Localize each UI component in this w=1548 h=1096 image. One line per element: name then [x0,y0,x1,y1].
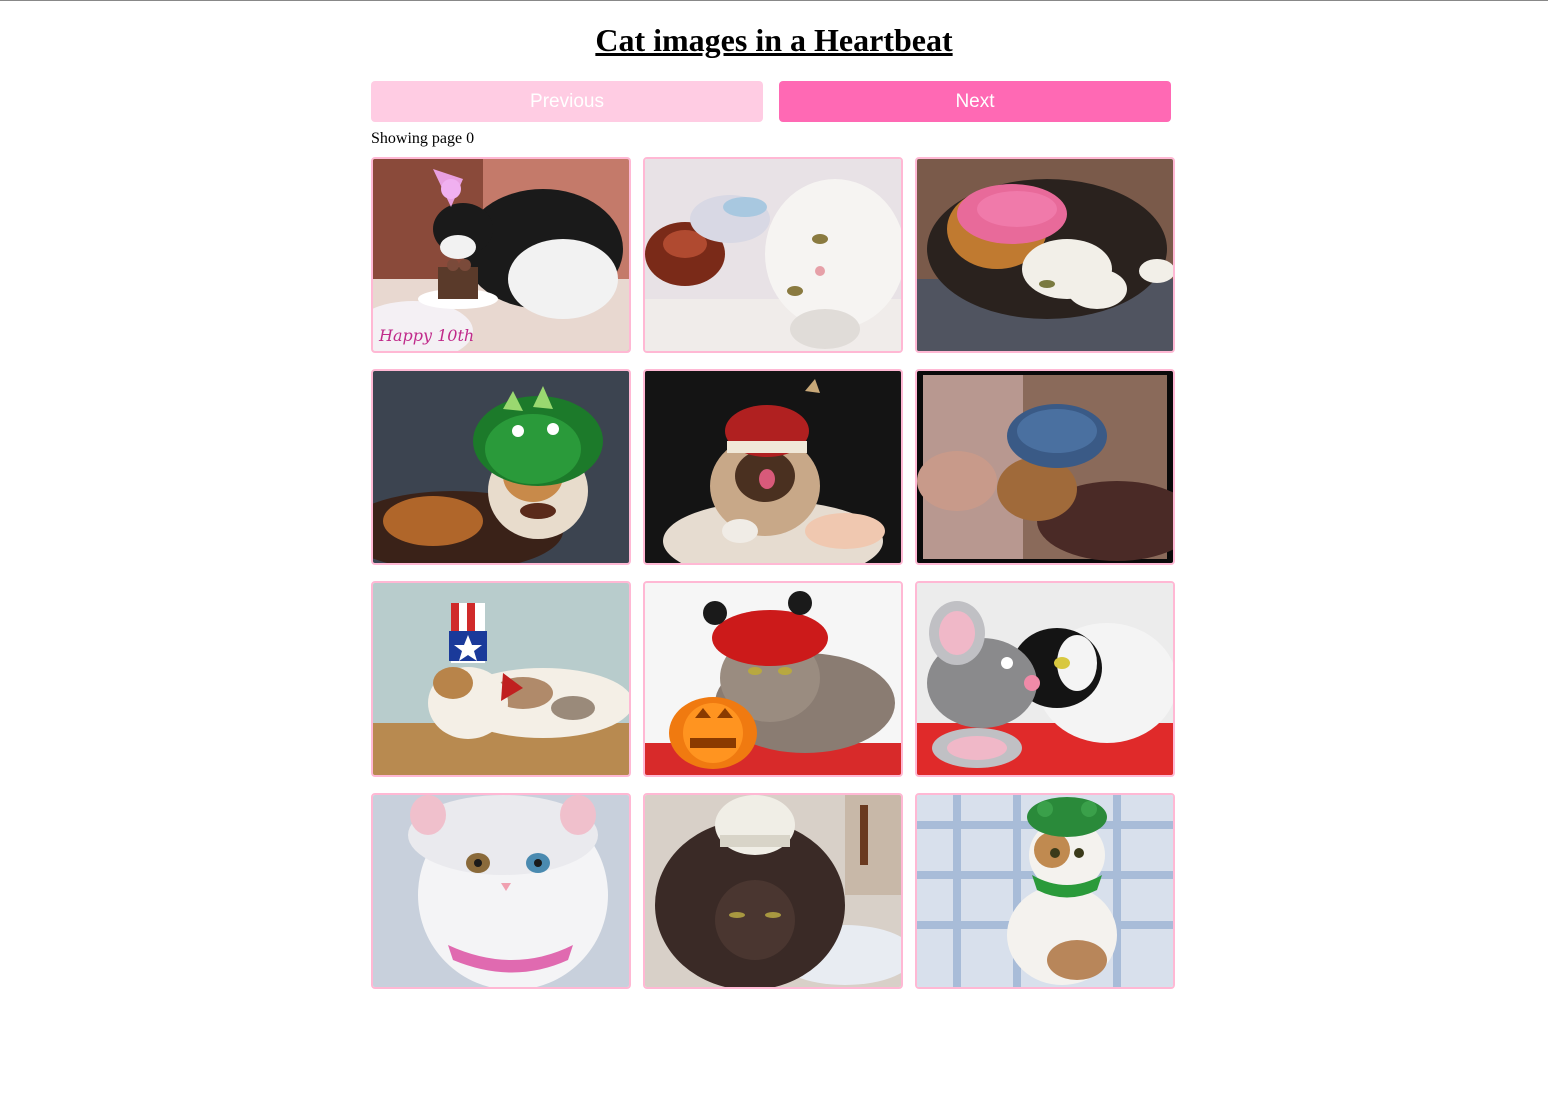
cat-image-8[interactable] [643,581,903,777]
cat-white-cap-image [645,795,901,987]
cat-image-1[interactable]: Happy 10th [371,157,631,353]
cat-blue-hat-image [917,371,1173,563]
cat-devil-hat-pumpkin-image [645,583,901,775]
svg-text:Happy 10th: Happy 10th [378,326,474,345]
cat-image-11[interactable] [643,793,903,989]
cat-image-4[interactable] [371,369,631,565]
cat-birthday-cake-image: Happy 10th [373,159,629,351]
cat-uncle-sam-hat-image [373,583,629,775]
cat-frog-hat-image [917,795,1173,987]
cat-image-5[interactable] [643,369,903,565]
cat-image-9[interactable] [915,581,1175,777]
previous-button[interactable]: Previous [371,81,763,122]
cat-image-12[interactable] [915,793,1175,989]
cat-white-bonnet-image [373,795,629,987]
cat-gallery-page: Cat images in a Heartbeat Previous Next … [0,1,1548,1096]
page-title: Cat images in a Heartbeat [595,22,953,58]
cat-image-7[interactable] [371,581,631,777]
page-status: Showing page 0 [371,130,475,147]
cat-mouse-costume-image [917,583,1173,775]
cat-image-2[interactable] [643,157,903,353]
cat-image-10[interactable] [371,793,631,989]
cat-white-knit-hat-image [645,159,901,351]
next-button[interactable]: Next [779,81,1171,122]
cat-santa-hat-image [645,371,901,563]
cat-pink-cap-image [917,159,1173,351]
cat-image-3[interactable] [915,157,1175,353]
cat-image-6[interactable] [915,369,1175,565]
cat-dinosaur-hat-image [373,371,629,563]
